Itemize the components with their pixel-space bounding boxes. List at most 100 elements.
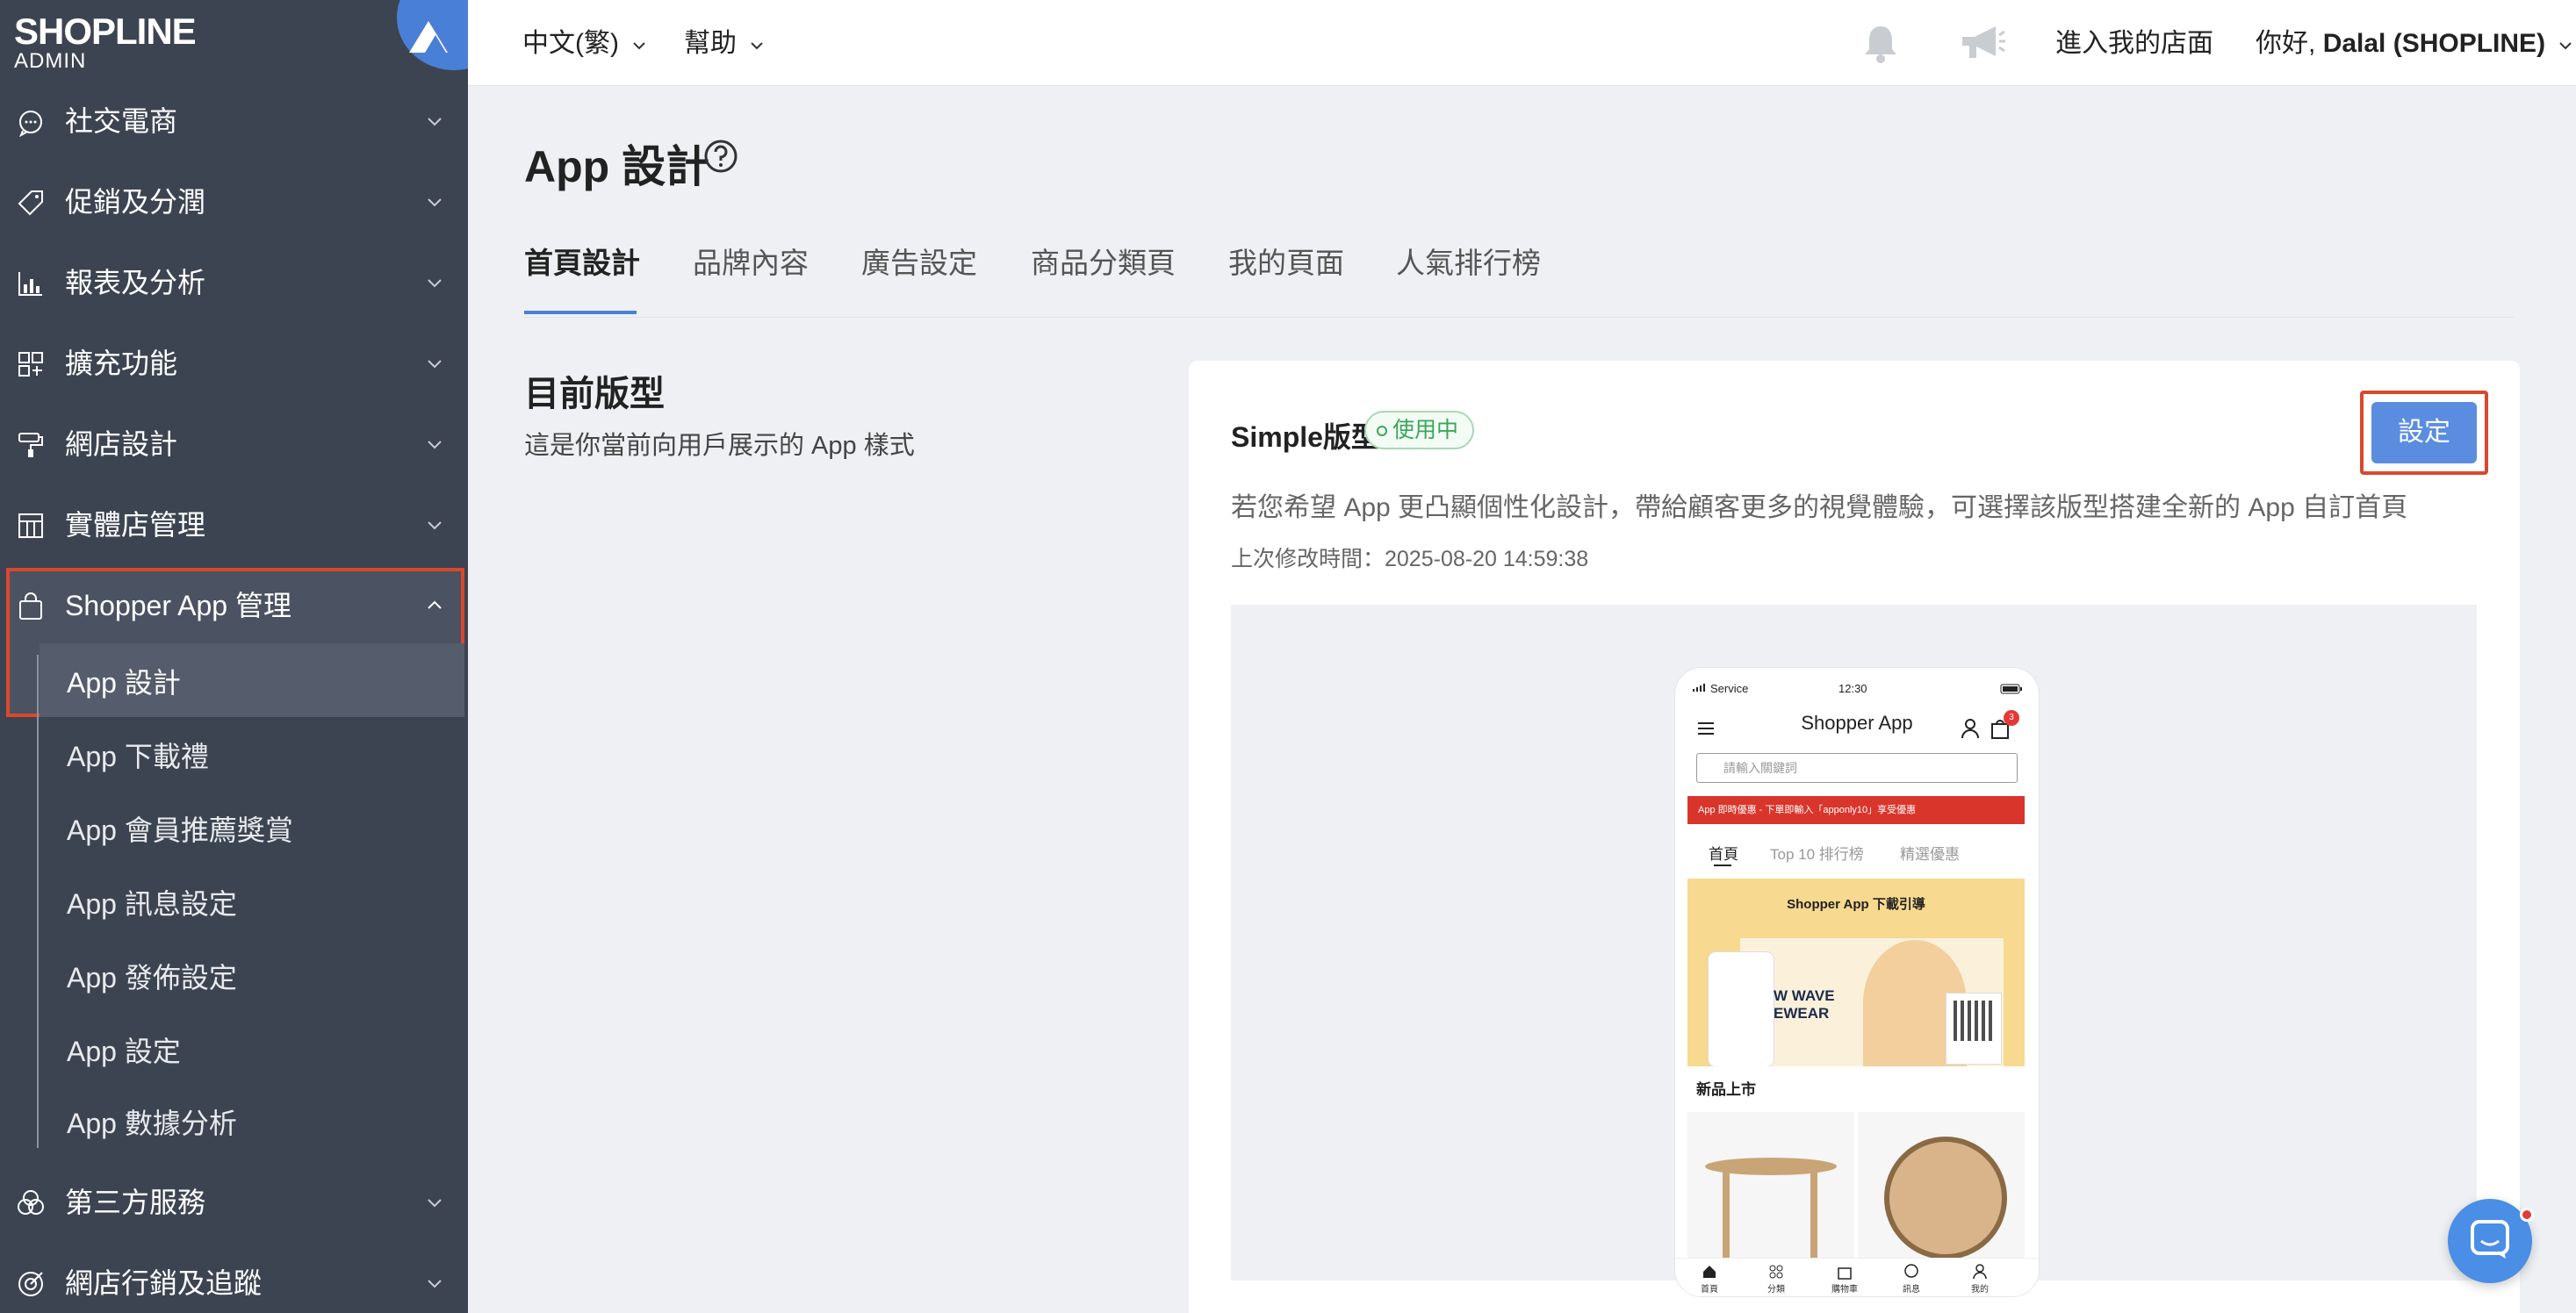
phone-promo-banner: App 即時優惠 - 下單即輸入「apponly10」享受優惠 (1687, 796, 2025, 824)
chevron-down-icon (428, 441, 442, 449)
signal-icon (1693, 684, 1705, 692)
phone-carrier: Service (1710, 682, 1749, 695)
phone-bottom-nav: 首頁 分類 購物車 訊息 我的 (1675, 1258, 2039, 1296)
sidebar-item-label: 第三方服務 (65, 1187, 206, 1218)
sidebar-item-label: 促銷及分潤 (65, 186, 206, 218)
sidebar-item-label: 網店行銷及追蹤 (65, 1267, 263, 1299)
table-leg (1810, 1172, 1817, 1259)
phone-hero-image: Shopper App 下載引導 W WAVE EWEAR (1687, 879, 2025, 1066)
language-label: 中文(繁) (522, 29, 619, 58)
greeting-label: 你好, (2256, 29, 2316, 58)
sidebar-item-label: 擴充功能 (65, 348, 178, 379)
sidebar-item-label: Shopper App 管理 (65, 590, 291, 621)
sidebar-item-reports[interactable]: 報表及分析 (0, 242, 468, 323)
sidebar-item-retail-store[interactable]: 實體店管理 (0, 484, 468, 565)
table-leg (1723, 1172, 1730, 1259)
home-icon (1703, 1266, 1716, 1278)
notification-dot (2520, 1208, 2534, 1222)
qr-code-icon (1946, 993, 2002, 1065)
cart-icon (1838, 1267, 1852, 1280)
tab-my-page[interactable]: 我的頁面 (1228, 246, 1344, 281)
section-description: 這是你當前向用戶展示的 App 樣式 (524, 432, 915, 460)
subitem-app-messages[interactable]: App 訊息設定 (67, 886, 237, 922)
template-description: 若您希望 App 更凸顯個性化設計，帶給顧客更多的視覺體驗，可選擇該版型搭建全新… (1231, 493, 2408, 522)
sidebar-item-promotions[interactable]: 促銷及分潤 (0, 161, 468, 242)
brand-name: SHOPLINE (14, 11, 197, 52)
phone-nav-label: 我的 (1971, 1285, 1989, 1295)
subitem-app-design[interactable]: App 設計 (67, 665, 181, 700)
phone-tab-indicator (1714, 865, 1731, 866)
subitem-app-analytics[interactable]: App 數據分析 (67, 1106, 237, 1141)
tag-icon (18, 190, 43, 216)
sidebar-item-store-design[interactable]: 網店設計 (0, 404, 468, 484)
chevron-down-icon (428, 279, 442, 288)
active-tab-indicator (524, 311, 637, 314)
sidebar-item-label: 報表及分析 (65, 267, 206, 298)
sidebar-item-extensions[interactable]: 擴充功能 (0, 323, 468, 404)
phone-hero-title: Shopper App 下載引導 (1787, 897, 1925, 912)
sidebar-item-marketing-tracking[interactable]: 網店行銷及追蹤 (0, 1243, 468, 1313)
message-icon (1904, 1264, 1918, 1278)
apps-grid-icon (18, 352, 43, 377)
phone-mockup: Service 12:30 Shopper App 3 請輸入關鍵詞 App 即… (1675, 668, 2039, 1296)
product-table-image (1687, 1112, 1854, 1261)
product-clock-image (1858, 1112, 2025, 1261)
brand-logo[interactable]: SHOPLINE ADMIN (14, 11, 197, 73)
subitem-app-publish[interactable]: App 發佈設定 (67, 960, 237, 995)
chevron-up-icon (428, 600, 442, 609)
help-circle-icon[interactable] (703, 139, 738, 174)
tab-brand-content[interactable]: 品牌內容 (693, 246, 809, 281)
qr-pattern (1954, 1001, 1994, 1041)
help-label: 幫助 (684, 29, 737, 58)
phone-nav-label: 分類 (1767, 1285, 1785, 1295)
sidebar-item-third-party[interactable]: 第三方服務 (0, 1162, 468, 1243)
tabs-divider (524, 317, 2514, 318)
store-icon (18, 513, 43, 538)
phone-app-title: Shopper App (1801, 712, 1913, 734)
phone-nav-label: 訊息 (1903, 1285, 1920, 1295)
hero-mini-phone (1709, 952, 1774, 1066)
phone-time: 12:30 (1838, 682, 1867, 695)
phone-tab: 精選優惠 (1900, 846, 1960, 863)
brand-sub: ADMIN (14, 49, 87, 73)
language-selector[interactable]: 中文(繁) (522, 26, 647, 61)
phone-nav-label: 購物車 (1831, 1285, 1858, 1295)
status-label: 使用中 (1392, 418, 1459, 442)
megaphone-icon[interactable] (1957, 21, 2006, 65)
submenu-line (37, 655, 39, 1148)
status-badge: 使用中 (1364, 411, 1475, 449)
bell-icon[interactable] (1859, 21, 1903, 65)
section-title: 目前版型 (524, 375, 665, 413)
phone-search-bar: 請輸入關鍵詞 (1696, 753, 2018, 783)
user-icon (1961, 719, 1979, 739)
subitem-app-referral[interactable]: App 會員推薦獎賞 (67, 813, 293, 848)
store-front-link[interactable]: 進入我的店面 (2055, 26, 2213, 61)
logo-badge (397, 0, 468, 70)
user-menu[interactable]: 你好, Dalal (SHOPLINE) (2256, 26, 2573, 61)
tab-category-page[interactable]: 商品分類頁 (1031, 246, 1176, 281)
cart-count-badge: 3 (2004, 710, 2019, 726)
chart-icon (18, 272, 42, 296)
user-name: Dalal (SHOPLINE) (2322, 29, 2546, 58)
settings-button[interactable]: 設定 (2371, 402, 2477, 463)
mountain-logo-icon (409, 21, 448, 53)
chevron-down-icon (428, 1199, 442, 1208)
sidebar: SHOPLINE ADMIN 社交電商 促銷及分潤 報表及分析 擴充功能 網店設… (0, 0, 468, 1313)
subitem-app-download-gift[interactable]: App 下載禮 (67, 739, 209, 774)
chevron-down-icon (428, 521, 442, 530)
sidebar-item-label: 社交電商 (65, 105, 178, 137)
sidebar-item-label: 實體店管理 (65, 509, 206, 541)
tab-ad-settings[interactable]: 廣告設定 (861, 246, 977, 281)
tab-home-design[interactable]: 首頁設計 (524, 246, 640, 281)
chevron-down-icon (2559, 42, 2572, 50)
help-menu[interactable]: 幫助 (684, 26, 765, 61)
sidebar-item-shopper-app[interactable]: Shopper App 管理 (0, 565, 468, 646)
chat-icon (2471, 1220, 2509, 1259)
tab-popularity-ranking[interactable]: 人氣排行榜 (1396, 246, 1541, 281)
phone-tab: 首頁 (1709, 846, 1738, 863)
subitem-app-settings[interactable]: App 設定 (67, 1034, 181, 1069)
sidebar-item-social-commerce[interactable]: 社交電商 (0, 81, 468, 161)
page-title: App 設計 (524, 142, 710, 191)
template-card: Simple版型 使用中 設定 若您希望 App 更凸顯個性化設計，帶給顧客更多… (1189, 361, 2520, 1313)
top-bar: 中文(繁) 幫助 進入我的店面 你好, Dalal (SHOPLINE) (468, 0, 2576, 86)
